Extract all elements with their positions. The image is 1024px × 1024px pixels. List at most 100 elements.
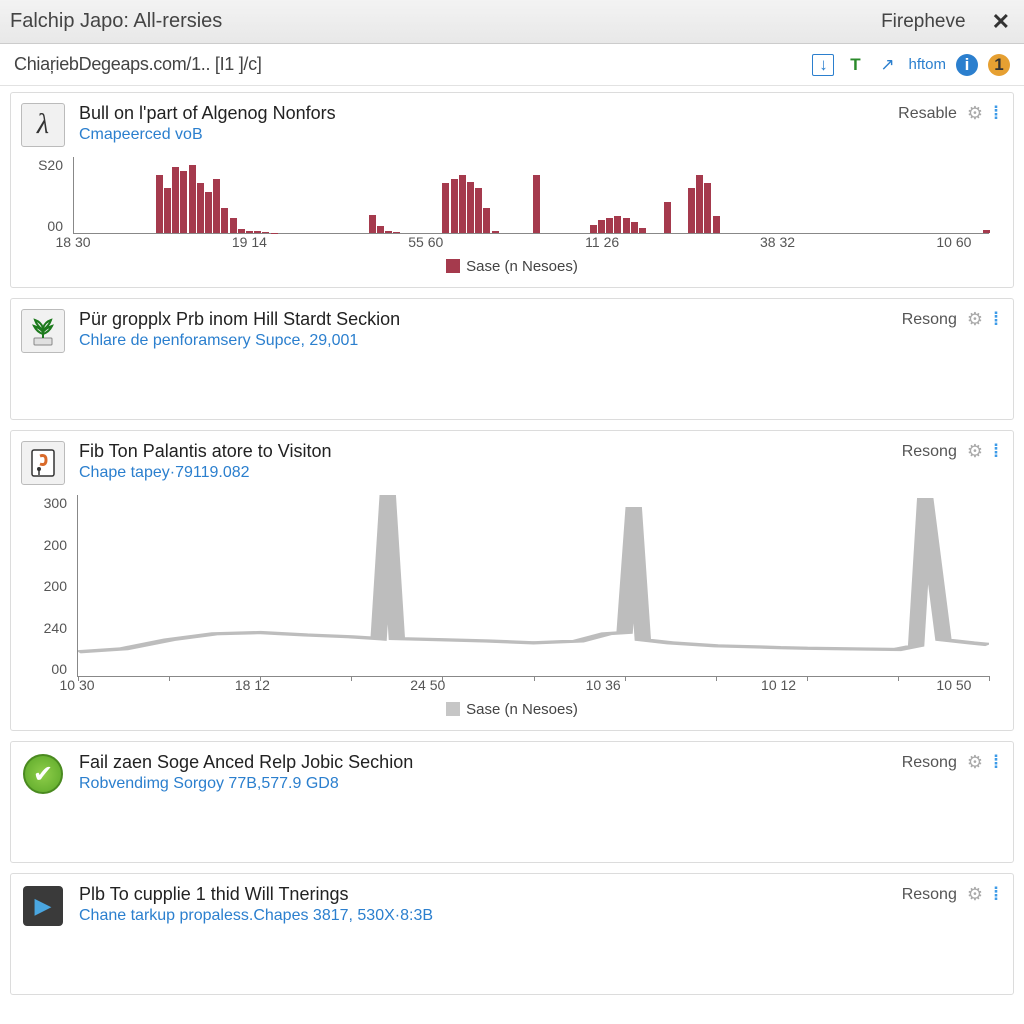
card-header: λ Bull on l'part of Algenog Nonfors Cmap… — [11, 93, 1013, 153]
content-scroll[interactable]: λ Bull on l'part of Algenog Nonfors Cmap… — [0, 86, 1024, 1024]
bar — [664, 202, 671, 233]
bar — [180, 171, 187, 233]
card-title: Fib Ton Palantis atore to Visiton — [79, 441, 902, 462]
text-tool-icon[interactable]: T — [844, 54, 866, 76]
bar — [213, 179, 220, 233]
legend-swatch — [446, 702, 460, 716]
info-icon[interactable]: i — [956, 54, 978, 76]
card-title: Fail zaen Soge Anced Relp Jobic Sechion — [79, 752, 902, 773]
status-link[interactable]: Resong — [902, 886, 957, 904]
chart-panel: 300 200 200 240 00 10 30 18 12 24 50 — [11, 491, 1013, 730]
card-item: λ Bull on l'part of Algenog Nonfors Cmap… — [10, 92, 1014, 288]
x-tick: 55 60 — [408, 234, 443, 252]
card-header: ▶ Plb To cupplie 1 thid Will Tnerings Ch… — [11, 874, 1013, 934]
hftom-link[interactable]: hftom — [908, 54, 946, 76]
plot-region[interactable] — [73, 157, 989, 234]
bar — [598, 220, 605, 233]
bar — [156, 175, 163, 233]
card-item: Pür gropplx Prb inom Hill Stardt Seckion… — [10, 298, 1014, 420]
toolbar: ChiaŗiebDegeaps.com/1.. [I1 ]/c] ↓ T ↗ h… — [0, 44, 1024, 86]
y-axis: 300 200 200 240 00 — [25, 495, 73, 677]
app-window: Falchip Japo: All-rersies Firepheve ✕ Ch… — [0, 0, 1024, 1024]
line-series — [78, 495, 989, 652]
status-link[interactable]: Resong — [902, 311, 957, 329]
gear-icon[interactable]: ⚙ — [967, 103, 983, 124]
bar — [696, 175, 703, 233]
gear-icon[interactable]: ⚙ — [967, 309, 983, 330]
bar — [614, 216, 621, 233]
legend-swatch — [446, 259, 460, 273]
window-aux-label[interactable]: Firepheve — [881, 11, 966, 33]
x-tick: 10 36 — [586, 677, 621, 695]
card-actions: Resong ⚙ ⁞ — [902, 752, 999, 773]
chart-legend: Sase (n Nesoes) — [25, 252, 999, 277]
bar — [451, 179, 458, 233]
x-tick: 24 50 — [410, 677, 445, 695]
bar — [533, 175, 540, 233]
card-subtitle[interactable]: Robvendimg Sorgoy 77B,577.9 GD8 — [79, 775, 902, 793]
card-subtitle[interactable]: Chane tarkup propaless.Chapes 3817, 530X… — [79, 907, 902, 925]
titlebar: Falchip Japo: All-rersies Firepheve ✕ — [0, 0, 1024, 44]
card-titles: Fib Ton Palantis atore to Visiton Chape … — [79, 441, 902, 482]
card-subtitle[interactable]: Chape tapey·79119.082 — [79, 464, 902, 482]
bar — [385, 231, 392, 233]
notification-badge-icon[interactable]: 1 — [988, 54, 1010, 76]
gear-icon[interactable]: ⚙ — [967, 441, 983, 462]
bar — [205, 192, 212, 233]
x-tick: 11 26 — [585, 234, 619, 252]
window-title: Falchip Japo: All-rersies — [10, 10, 881, 33]
toolbar-actions: ↓ T ↗ hftom i 1 — [812, 54, 1010, 76]
lambda-icon: λ — [21, 103, 65, 147]
bar — [713, 216, 720, 233]
card-actions: Resong ⚙ ⁞ — [902, 884, 999, 905]
x-tick: 10 50 — [936, 677, 971, 695]
bar — [631, 222, 638, 233]
bar — [459, 175, 466, 233]
chart-area: S20 00 18 30 19 14 55 60 11 26 38 32 10 … — [25, 157, 999, 252]
card-titles: Bull on l'part of Algenog Nonfors Cmapee… — [79, 103, 898, 144]
bar — [393, 232, 400, 233]
legend-label: Sase (n Nesoes) — [466, 258, 578, 275]
bar — [704, 183, 711, 233]
card-title: Pür gropplx Prb inom Hill Stardt Seckion — [79, 309, 902, 330]
card-titles: Fail zaen Soge Anced Relp Jobic Sechion … — [79, 752, 902, 793]
chart-area: 300 200 200 240 00 10 30 18 12 24 50 — [25, 495, 999, 695]
drag-handle-icon[interactable]: ⁞ — [993, 441, 999, 462]
bar — [262, 232, 269, 233]
x-tick: 19 14 — [232, 234, 267, 252]
status-link[interactable]: Resable — [898, 105, 957, 123]
card-item: ✔ Fail zaen Soge Anced Relp Jobic Sechio… — [10, 741, 1014, 863]
bar — [467, 182, 474, 233]
bar — [442, 183, 449, 233]
x-tick: 18 30 — [55, 234, 90, 252]
status-link[interactable]: Resong — [902, 754, 957, 772]
bar — [623, 218, 630, 233]
x-tick: 10 30 — [59, 677, 94, 695]
card-body — [11, 802, 1013, 862]
chart-panel: S20 00 18 30 19 14 55 60 11 26 38 32 10 … — [11, 153, 1013, 287]
bar — [483, 208, 490, 233]
drag-handle-icon[interactable]: ⁞ — [993, 309, 999, 330]
bar — [189, 165, 196, 233]
breadcrumb[interactable]: ChiaŗiebDegeaps.com/1.. [I1 ]/c] — [14, 54, 812, 75]
card-subtitle[interactable]: Chlare de penforamsery Supce, 29,001 — [79, 332, 902, 350]
plot-region[interactable] — [77, 495, 989, 677]
drag-handle-icon[interactable]: ⁞ — [993, 103, 999, 124]
card-subtitle[interactable]: Cmapeerced voB — [79, 126, 898, 144]
drag-handle-icon[interactable]: ⁞ — [993, 752, 999, 773]
status-link[interactable]: Resong — [902, 443, 957, 461]
card-title: Plb To cupplie 1 thid Will Tnerings — [79, 884, 902, 905]
card-header: ✔ Fail zaen Soge Anced Relp Jobic Sechio… — [11, 742, 1013, 802]
card-actions: Resong ⚙ ⁞ — [902, 309, 999, 330]
bar — [688, 188, 695, 233]
gear-icon[interactable]: ⚙ — [967, 884, 983, 905]
refresh-icon[interactable]: ↗ — [876, 54, 898, 76]
close-icon[interactable]: ✕ — [988, 9, 1014, 35]
bar — [172, 167, 179, 233]
bar — [639, 228, 646, 233]
legend-label: Sase (n Nesoes) — [466, 701, 578, 718]
x-axis: 18 30 19 14 55 60 11 26 38 32 10 60 — [73, 234, 989, 252]
gear-icon[interactable]: ⚙ — [967, 752, 983, 773]
drag-handle-icon[interactable]: ⁞ — [993, 884, 999, 905]
download-icon[interactable]: ↓ — [812, 54, 834, 76]
